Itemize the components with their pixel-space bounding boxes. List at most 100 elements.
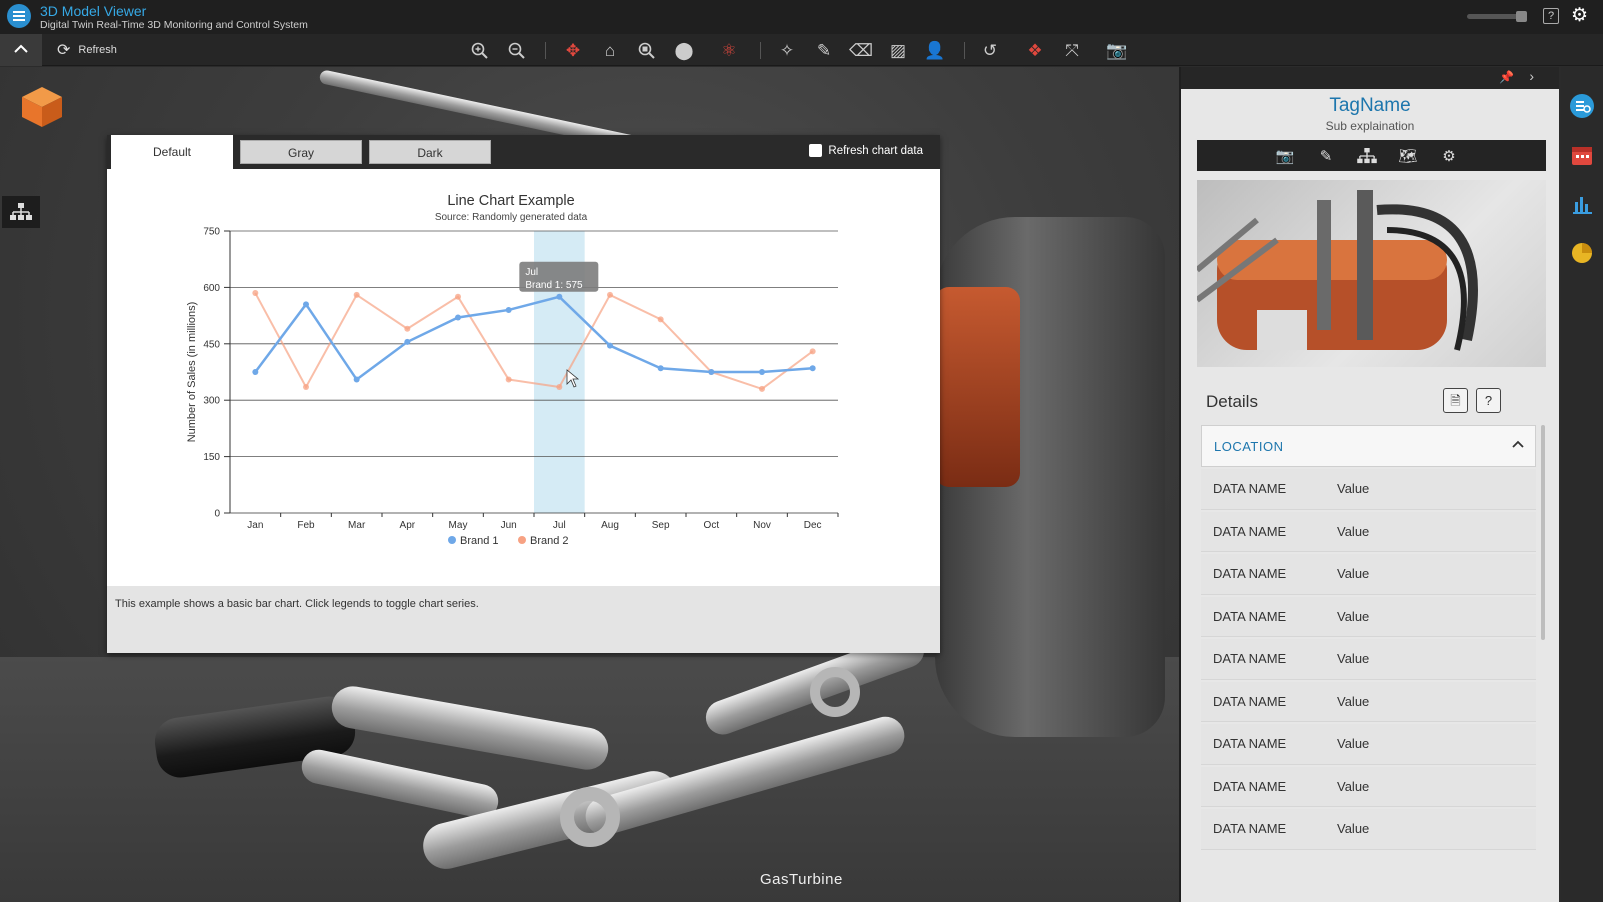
chart-title: Line Chart Example — [447, 193, 574, 209]
y-tick-label: 600 — [203, 283, 220, 294]
side-icon-strip — [1561, 67, 1603, 902]
x-tick-label: Jan — [247, 520, 263, 531]
data-point — [556, 293, 563, 300]
legend-marker — [518, 536, 526, 544]
location-label: LOCATION — [1214, 439, 1284, 454]
map-icon[interactable]: 🗺 — [1397, 145, 1419, 167]
move-parts-icon[interactable]: ❖ — [1024, 40, 1046, 62]
panel-header: 📌 › — [1181, 67, 1559, 89]
data-point — [303, 301, 309, 308]
data-point — [455, 293, 461, 300]
screenshot-camera-icon[interactable]: 📷 — [1106, 40, 1128, 62]
zoom-fit-icon[interactable] — [636, 40, 658, 62]
zoom-slider[interactable] — [1467, 11, 1527, 22]
gear-icon[interactable]: ⚙ — [1438, 145, 1460, 167]
line-chart[interactable]: Line Chart Example Source: Randomly gener… — [107, 169, 940, 586]
tab-gray[interactable]: Gray — [240, 140, 362, 164]
data-value: Value — [1337, 651, 1370, 666]
highlighter-icon[interactable]: ✎ — [813, 40, 835, 62]
calendar-icon[interactable] — [1570, 143, 1594, 167]
zoom-in-icon[interactable] — [469, 40, 491, 62]
pencil-icon[interactable]: ✎ — [1315, 145, 1337, 167]
data-point — [404, 325, 411, 332]
orbit-icon[interactable]: ✥ — [562, 40, 584, 62]
scrollbar[interactable] — [1541, 425, 1545, 640]
data-name-label: DATA NAME — [1213, 693, 1287, 709]
collapse-toolbar-button[interactable] — [0, 34, 42, 66]
data-point — [759, 369, 765, 375]
record-icon[interactable]: ⬤ — [673, 40, 695, 62]
legend-item[interactable]: Brand 1 — [460, 535, 499, 547]
chevron-up-icon[interactable] — [1511, 439, 1525, 449]
pie-chart-icon[interactable] — [1570, 241, 1594, 265]
data-value: Value — [1337, 821, 1370, 836]
data-name-label: DATA NAME — [1213, 821, 1287, 836]
data-value: Value — [1337, 693, 1370, 709]
fullscreen-icon[interactable]: ⤧ — [1061, 40, 1083, 62]
data-point — [556, 384, 563, 391]
data-value: Value — [1337, 778, 1370, 794]
detail-row: DATA NAME Value — [1201, 639, 1536, 680]
refresh-chart-checkbox[interactable]: Refresh chart data — [809, 144, 923, 157]
model-preview-image — [1197, 180, 1546, 367]
person-icon[interactable]: 👤 — [924, 40, 946, 62]
data-name-label: DATA NAME — [1213, 651, 1287, 666]
title-bar: 3D Model Viewer Digital Twin Real-Time 3… — [0, 0, 1603, 34]
toolbar: ⟳ Refresh ✥ ⌂ ⬤ ⚛ ✧ ✎ ⌫ ▨ 👤 ↺ ❖ ⤧ 📷 — [0, 34, 1603, 66]
detail-row: DATA NAME Value — [1201, 511, 1536, 552]
help-button[interactable]: ? — [1476, 388, 1501, 413]
detail-list: DATA NAME Value DATA NAME Value DATA NAME Val… — [1201, 469, 1536, 902]
camera-home-icon[interactable]: ⌂ — [599, 40, 621, 62]
tab-dark[interactable]: Dark — [369, 140, 491, 164]
magic-wand-icon[interactable]: ✧ — [776, 40, 798, 62]
eraser-icon[interactable]: ⌫ — [849, 40, 873, 62]
bar-chart-icon[interactable] — [1570, 192, 1594, 216]
view-cube-icon[interactable] — [20, 85, 64, 129]
tab-default[interactable]: Default — [111, 135, 233, 169]
app-logo-icon — [7, 4, 31, 28]
data-point — [353, 291, 360, 298]
location-section-header[interactable]: LOCATION — [1201, 425, 1536, 467]
chevron-right-icon[interactable]: › — [1529, 68, 1534, 84]
reset-icon[interactable]: ↺ — [979, 40, 1001, 62]
data-value: Value — [1337, 523, 1370, 539]
data-point — [809, 365, 816, 372]
document-icon[interactable]: 🗎 — [1443, 388, 1468, 413]
zoom-out-icon[interactable] — [506, 40, 528, 62]
settings-gear-icon[interactable]: ⚙ — [1571, 6, 1591, 26]
toolbar-divider — [964, 42, 965, 59]
pin-icon[interactable]: 📌 — [1499, 70, 1514, 84]
list-info-icon[interactable] — [1570, 94, 1594, 118]
data-value: Value — [1337, 481, 1370, 496]
detail-row: DATA NAME Value — [1201, 554, 1536, 595]
camera-icon[interactable]: 📷 — [1274, 145, 1296, 167]
tooltip-text: Brand 1: 575 — [525, 280, 583, 291]
hierarchy-tree-button[interactable] — [2, 196, 40, 228]
y-tick-label: 450 — [203, 339, 220, 350]
help-button[interactable]: ? — [1543, 8, 1559, 24]
legend-marker — [448, 536, 456, 544]
y-tick-label: 150 — [203, 452, 220, 463]
pipe-flange — [560, 787, 620, 847]
data-point — [657, 316, 664, 323]
app-title: 3D Model Viewer — [40, 3, 147, 19]
refresh-chart-label: Refresh chart data — [828, 144, 923, 157]
legend-item[interactable]: Brand 2 — [530, 535, 569, 547]
data-point — [607, 342, 613, 349]
hierarchy-icon[interactable] — [1356, 145, 1378, 167]
data-point — [708, 369, 715, 375]
chart-theme-tabs: Default Gray Dark Refresh chart data — [107, 135, 940, 169]
data-name-label: DATA NAME — [1213, 481, 1287, 496]
refresh-button[interactable]: ⟳ Refresh — [57, 40, 117, 60]
checkbox-box[interactable] — [809, 144, 823, 157]
details-title: Details — [1206, 392, 1258, 411]
data-value: Value — [1337, 566, 1370, 581]
section-box-icon[interactable]: ▨ — [887, 40, 909, 62]
data-value: Value — [1337, 608, 1370, 624]
toolbar-divider — [545, 42, 546, 59]
tooltip-title: Jul — [525, 267, 538, 278]
x-tick-label: Aug — [601, 520, 619, 531]
explode-atom-icon[interactable]: ⚛ — [718, 40, 740, 62]
data-point — [505, 376, 512, 383]
x-tick-label: Dec — [804, 520, 822, 531]
